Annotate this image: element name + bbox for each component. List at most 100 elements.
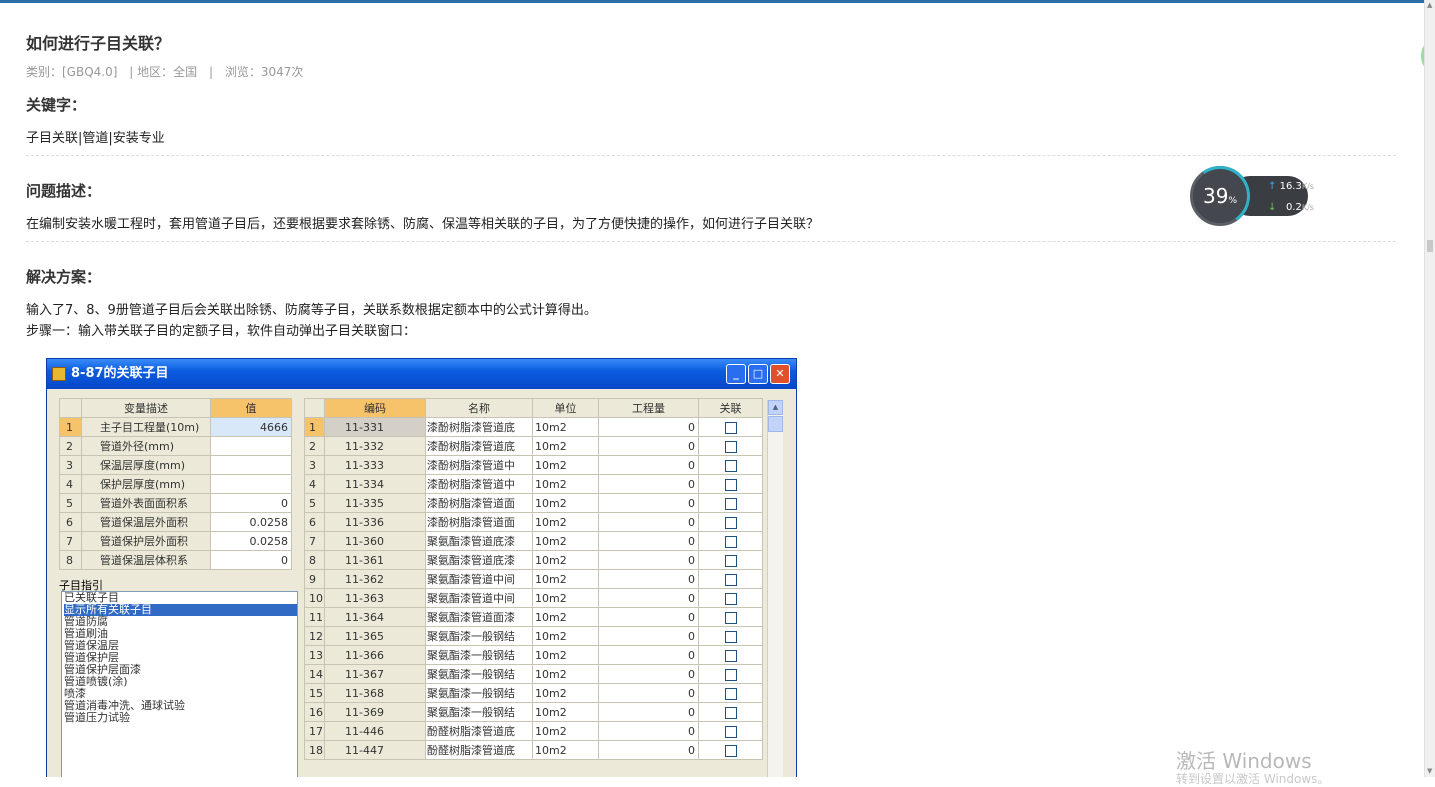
page-scroll-down-icon[interactable]: ▼: [1427, 768, 1433, 775]
variable-row[interactable]: 6 管道保温层外面积 0.0258: [59, 512, 292, 532]
link-checkbox[interactable]: [724, 516, 737, 529]
variable-row[interactable]: 8 管道保温层体积系 0: [59, 550, 292, 570]
item-row-code: 11-363: [324, 588, 426, 608]
item-row-qty[interactable]: 0: [598, 607, 699, 627]
table-row[interactable]: 2 11-332 漆酚树脂漆管道底 10m2 0: [304, 436, 763, 456]
item-row-qty[interactable]: 0: [598, 569, 699, 589]
maximize-button[interactable]: □: [748, 364, 768, 384]
item-row-qty[interactable]: 0: [598, 683, 699, 703]
minimize-button[interactable]: _: [726, 364, 746, 384]
scroll-thumb[interactable]: [768, 416, 783, 432]
page-scroll-up-icon[interactable]: ▲: [1427, 2, 1433, 9]
item-row-unit: 10m2: [532, 474, 599, 494]
item-row-qty[interactable]: 0: [598, 455, 699, 475]
item-row-qty[interactable]: 0: [598, 702, 699, 722]
table-row[interactable]: 10 11-363 聚氨酯漆管道中间 10m2 0: [304, 588, 763, 608]
variable-row[interactable]: 1 主子目工程量(10m) 4666: [59, 417, 292, 437]
item-row-unit: 10m2: [532, 645, 599, 665]
item-row-qty[interactable]: 0: [598, 645, 699, 665]
link-checkbox[interactable]: [724, 440, 737, 453]
scroll-up-icon[interactable]: ▲: [768, 400, 783, 415]
table-row[interactable]: 7 11-360 聚氨酯漆管道底漆 10m2 0: [304, 531, 763, 551]
link-checkbox[interactable]: [724, 668, 737, 681]
variable-row[interactable]: 7 管道保护层外面积 0.0258: [59, 531, 292, 551]
dialog-titlebar[interactable]: 8-87的关联子目 _ □ ✕: [47, 359, 796, 389]
table-row[interactable]: 14 11-367 聚氨酯漆一般钢结 10m2 0: [304, 664, 763, 684]
link-checkbox[interactable]: [724, 725, 737, 738]
link-checkbox[interactable]: [724, 611, 737, 624]
link-checkbox[interactable]: [724, 649, 737, 662]
var-row-value[interactable]: 0: [210, 550, 292, 570]
table-row[interactable]: 6 11-336 漆酚树脂漆管道面 10m2 0: [304, 512, 763, 532]
item-row-unit: 10m2: [532, 512, 599, 532]
guide-listbox[interactable]: 已关联子目 显示所有关联子目 管道防腐 管道刷油 管道保温层 管道保护层 管道保护层面漆 管道…: [61, 591, 298, 777]
table-row[interactable]: 8 11-361 聚氨酯漆管道底漆 10m2 0: [304, 550, 763, 570]
var-row-value[interactable]: 0.0258: [210, 512, 292, 532]
table-row[interactable]: 15 11-368 聚氨酯漆一般钢结 10m2 0: [304, 683, 763, 703]
link-checkbox[interactable]: [724, 592, 737, 605]
table-row[interactable]: 5 11-335 漆酚树脂漆管道面 10m2 0: [304, 493, 763, 513]
table-row[interactable]: 1 11-331 漆酚树脂漆管道底 10m2 0: [304, 417, 763, 437]
item-row-qty[interactable]: 0: [598, 626, 699, 646]
var-row-value[interactable]: 0.0258: [210, 531, 292, 551]
link-checkbox[interactable]: [724, 687, 737, 700]
table-row[interactable]: 9 11-362 聚氨酯漆管道中间 10m2 0: [304, 569, 763, 589]
variable-row[interactable]: 2 管道外径(mm): [59, 436, 292, 456]
link-checkbox[interactable]: [724, 421, 737, 434]
link-checkbox[interactable]: [724, 535, 737, 548]
table-row[interactable]: 13 11-366 聚氨酯漆一般钢结 10m2 0: [304, 645, 763, 665]
variable-row[interactable]: 4 保护层厚度(mm): [59, 474, 292, 494]
item-row-qty[interactable]: 0: [598, 664, 699, 684]
var-row-value[interactable]: [210, 436, 292, 456]
variable-row[interactable]: 5 管道外表面面积系 0: [59, 493, 292, 513]
page-scroll-thumb[interactable]: [1427, 240, 1433, 252]
item-row-unit: 10m2: [532, 664, 599, 684]
table-row[interactable]: 18 11-447 酚醛树脂漆管道底 10m2 0: [304, 740, 763, 760]
link-checkbox[interactable]: [724, 478, 737, 491]
item-row-index: 11: [304, 607, 325, 627]
guide-list-item[interactable]: 管道喷镀(涂): [64, 676, 297, 688]
link-checkbox[interactable]: [724, 497, 737, 510]
item-row-qty[interactable]: 0: [598, 512, 699, 532]
table-row[interactable]: 16 11-369 聚氨酯漆一般钢结 10m2 0: [304, 702, 763, 722]
item-row-qty[interactable]: 0: [598, 740, 699, 760]
link-checkbox[interactable]: [724, 744, 737, 757]
item-row-code: 11-365: [324, 626, 426, 646]
related-items-table: 编码 名称 单位 工程量 关联 1 11-331 漆酚树脂漆管道底 10m2 0 2 11-…: [304, 398, 763, 760]
item-row-qty[interactable]: 0: [598, 550, 699, 570]
item-row-qty[interactable]: 0: [598, 436, 699, 456]
var-row-desc: 管道保温层体积系: [81, 550, 211, 570]
item-table-scrollbar[interactable]: ▲: [767, 400, 783, 777]
var-row-value[interactable]: 4666: [210, 417, 292, 437]
item-row-qty[interactable]: 0: [598, 721, 699, 741]
item-row-qty[interactable]: 0: [598, 417, 699, 437]
network-speed-widget[interactable]: 39% ↑ 16.3K/s ↓ 0.2K/s: [1185, 161, 1314, 231]
table-row[interactable]: 11 11-364 聚氨酯漆管道面漆 10m2 0: [304, 607, 763, 627]
download-speed: ↓ 0.2K/s: [1268, 202, 1314, 213]
var-row-value[interactable]: 0: [210, 493, 292, 513]
var-row-value[interactable]: [210, 455, 292, 475]
var-row-value[interactable]: [210, 474, 292, 494]
guide-list-item[interactable]: 管道压力试验: [64, 712, 297, 724]
link-checkbox[interactable]: [724, 554, 737, 567]
item-row-link: [698, 493, 763, 513]
page-scrollbar[interactable]: ▲ ▼: [1424, 0, 1435, 777]
table-row[interactable]: 12 11-365 聚氨酯漆一般钢结 10m2 0: [304, 626, 763, 646]
item-row-qty[interactable]: 0: [598, 531, 699, 551]
item-row-code: 11-334: [324, 474, 426, 494]
item-row-qty[interactable]: 0: [598, 474, 699, 494]
link-checkbox[interactable]: [724, 706, 737, 719]
link-checkbox[interactable]: [724, 630, 737, 643]
link-checkbox[interactable]: [724, 573, 737, 586]
item-row-qty[interactable]: 0: [598, 493, 699, 513]
item-row-name: 漆酚树脂漆管道中: [425, 474, 533, 494]
var-header-value: 值: [210, 398, 292, 418]
table-row[interactable]: 3 11-333 漆酚树脂漆管道中 10m2 0: [304, 455, 763, 475]
variable-row[interactable]: 3 保温层厚度(mm): [59, 455, 292, 475]
table-row[interactable]: 17 11-446 酚醛树脂漆管道底 10m2 0: [304, 721, 763, 741]
table-row[interactable]: 4 11-334 漆酚树脂漆管道中 10m2 0: [304, 474, 763, 494]
item-row-qty[interactable]: 0: [598, 588, 699, 608]
link-checkbox[interactable]: [724, 459, 737, 472]
close-button[interactable]: ✕: [770, 364, 790, 384]
item-row-link: [698, 417, 763, 437]
